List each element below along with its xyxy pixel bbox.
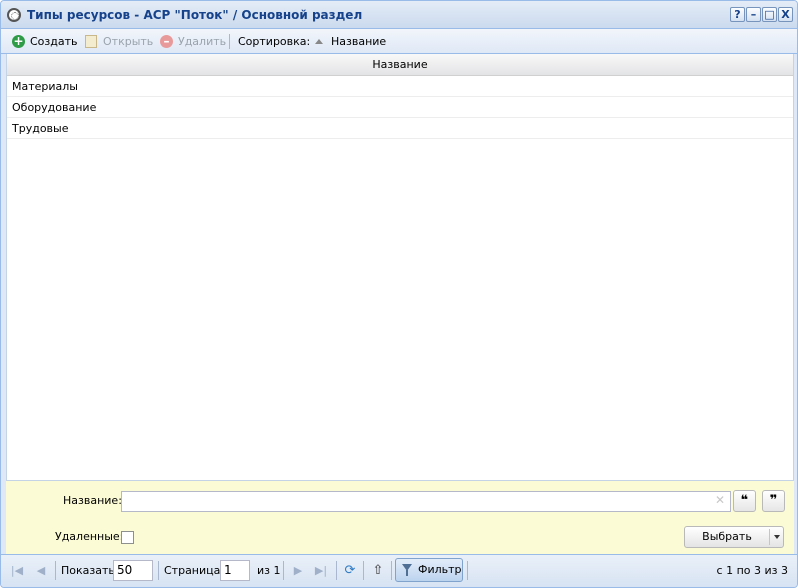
delete-button-label: Удалить: [178, 35, 227, 48]
column-header-name[interactable]: Название: [7, 54, 793, 76]
table-row[interactable]: Трудовые: [7, 118, 793, 139]
close-tool-button[interactable]: X: [778, 7, 793, 22]
quote-open-button[interactable]: ❝: [733, 490, 756, 512]
pager-separator: [467, 561, 468, 580]
help-tool-button[interactable]: ?: [730, 7, 745, 22]
funnel-icon-stem: [406, 570, 408, 576]
table-row[interactable]: Материалы: [7, 76, 793, 97]
quote-close-button[interactable]: ❞: [762, 490, 785, 512]
last-page-icon[interactable]: ▶|: [314, 564, 328, 578]
export-icon[interactable]: ⇧: [369, 562, 387, 580]
sort-label: Сортировка:: [238, 35, 311, 48]
open-button[interactable]: Открыть: [85, 33, 153, 50]
record-count: с 1 по 3 из 3: [716, 564, 788, 577]
name-filter-input[interactable]: [121, 491, 731, 512]
minus-icon: –: [160, 35, 173, 48]
maximize-tool-button[interactable]: □: [762, 7, 777, 22]
paging-toolbar: |◀ ◀ Показать 50 Страница 1 из 1 ▶ ▶| ⟳ …: [1, 554, 797, 587]
window-title: Типы ресурсов - АСР "Поток" / Основной р…: [27, 8, 363, 22]
next-page-icon[interactable]: ▶: [291, 564, 305, 578]
create-button-label: Создать: [30, 35, 78, 48]
title-bar[interactable]: Типы ресурсов - АСР "Поток" / Основной р…: [1, 1, 797, 29]
page-total-label: из 1: [257, 564, 281, 577]
chevron-down-icon[interactable]: [774, 535, 780, 539]
name-filter-label: Название:: [63, 494, 122, 507]
show-label: Показать: [61, 564, 115, 577]
select-button-divider: [769, 529, 770, 545]
document-icon: [85, 35, 97, 48]
delete-button[interactable]: – Удалить: [160, 33, 226, 50]
pager-separator: [158, 561, 159, 580]
filter-button-label: Фильтр: [418, 563, 462, 576]
toolbar: + Создать Открыть – Удалить Сортировка: …: [1, 29, 797, 54]
filter-panel: Название: ✕ ❝ ❞ Удаленные: Выбрать: [6, 480, 794, 554]
refresh-icon[interactable]: ⟳: [341, 562, 359, 580]
page-size-input[interactable]: 50: [113, 560, 153, 581]
table-row[interactable]: Оборудование: [7, 97, 793, 118]
toolbar-separator: [229, 34, 230, 49]
window: Типы ресурсов - АСР "Поток" / Основной р…: [0, 0, 798, 588]
sort-field-button[interactable]: Название: [331, 33, 386, 50]
create-button[interactable]: + Создать: [12, 33, 78, 50]
grid: Название Материалы Оборудование Трудовые: [6, 54, 794, 480]
pager-separator: [283, 561, 284, 580]
pager-separator: [391, 561, 392, 580]
plus-icon: +: [12, 34, 25, 48]
select-button-label: Выбрать: [702, 530, 752, 543]
select-button[interactable]: Выбрать: [684, 526, 784, 548]
prev-page-icon[interactable]: ◀: [34, 564, 48, 578]
deleted-checkbox[interactable]: [121, 531, 134, 544]
pager-separator: [55, 561, 56, 580]
page-label: Страница: [164, 564, 221, 577]
deleted-filter-label: Удаленные:: [55, 530, 124, 543]
page-number-input[interactable]: 1: [220, 560, 250, 581]
window-icon: [7, 8, 21, 22]
first-page-icon[interactable]: |◀: [10, 564, 24, 578]
minimize-tool-button[interactable]: –: [746, 7, 761, 22]
pager-separator: [336, 561, 337, 580]
pager-separator: [363, 561, 364, 580]
filter-toggle-button[interactable]: Фильтр: [395, 558, 463, 582]
sort-asc-icon[interactable]: [315, 39, 323, 44]
open-button-label: Открыть: [103, 35, 154, 48]
